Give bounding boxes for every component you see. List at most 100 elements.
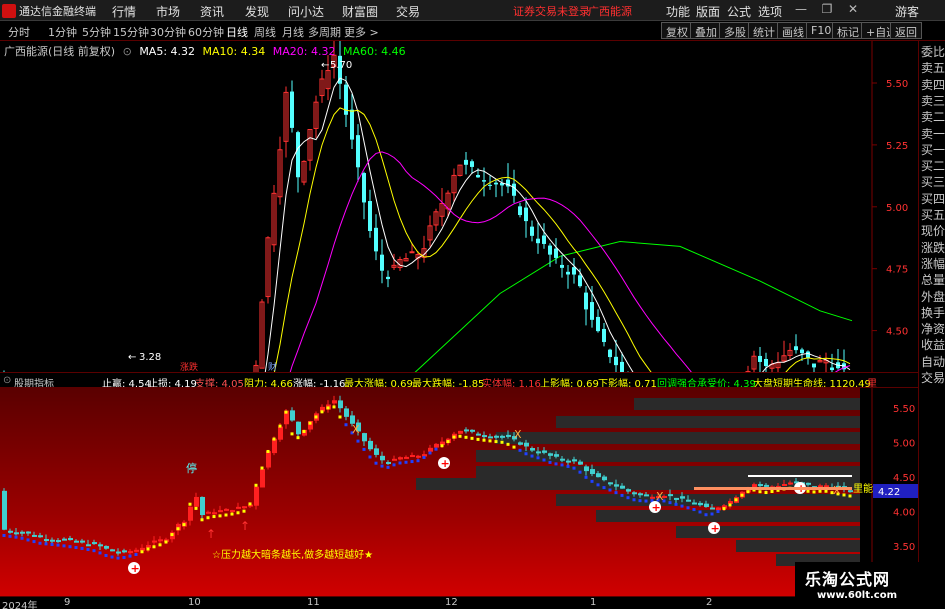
tab-monthly[interactable]: 月线 — [282, 24, 304, 40]
tab-timeshare[interactable]: 分时 — [8, 24, 30, 40]
side-label[interactable]: 委比 — [921, 45, 945, 60]
x-tick-dec: 12 — [445, 597, 458, 608]
ind-market-lifeline: 大盘短期生命线: 1120.49 — [753, 379, 871, 388]
side-label[interactable]: 涨跌 — [921, 241, 945, 256]
candle-body — [764, 358, 768, 367]
menu-item-ask[interactable]: 问小达 — [288, 3, 324, 20]
trend-dot — [326, 406, 330, 410]
close-icon[interactable]: ✕ — [844, 2, 862, 18]
menu-options[interactable]: 选项 — [758, 3, 782, 20]
trend-dot — [440, 444, 444, 448]
watermark-title: 乐淘公式网 — [805, 570, 891, 589]
side-label[interactable]: 买二 — [921, 159, 945, 174]
stock-tag[interactable]: 广西能源 — [588, 3, 632, 19]
trend-dot — [374, 461, 378, 465]
menu-item-quotes[interactable]: 行情 — [112, 3, 136, 20]
mark-button[interactable]: 标记 — [832, 22, 864, 39]
side-label[interactable]: 卖二 — [921, 110, 945, 125]
menu-formula[interactable]: 公式 — [727, 3, 751, 20]
sub-candle-body — [524, 442, 529, 447]
tab-30min[interactable]: 30分钟 — [150, 24, 186, 40]
limit-marker[interactable]: 涨跌 — [180, 362, 198, 372]
menu-item-news[interactable]: 资讯 — [200, 3, 224, 20]
indicator-name[interactable]: 股期指标 — [14, 375, 54, 387]
tab-weekly[interactable]: 周线 — [254, 24, 276, 40]
side-label[interactable]: 涨幅 — [921, 257, 945, 272]
trend-dot — [644, 499, 648, 503]
sub-candle-body — [644, 494, 649, 497]
minimize-icon[interactable]: — — [792, 2, 810, 18]
tab-60min[interactable]: 60分钟 — [188, 24, 224, 40]
trend-dot — [398, 461, 402, 465]
trend-dot — [560, 463, 564, 467]
kline-chart[interactable]: 5.505.255.004.754.504.254.003.753.50 5.7… — [0, 41, 918, 372]
side-label[interactable]: 现价 — [921, 224, 945, 239]
trend-dot — [584, 475, 588, 479]
candle-body — [584, 292, 588, 310]
side-label[interactable]: 外盘 — [921, 290, 945, 305]
multi-stock-button[interactable]: 多股 — [719, 22, 751, 39]
restore-icon[interactable]: ❐ — [818, 2, 836, 18]
draw-line-button[interactable]: 画线 — [777, 22, 809, 39]
ma20-value: MA20: 4.32 — [272, 45, 336, 58]
user-guest[interactable]: 游客 — [895, 3, 919, 20]
trend-dot — [476, 437, 480, 441]
trend-dot — [458, 434, 462, 438]
tab-1min[interactable]: 1分钟 — [48, 24, 77, 40]
back-button[interactable]: 返回 — [890, 22, 922, 39]
side-label[interactable]: 卖五 — [921, 61, 945, 76]
login-notice[interactable]: 证券交易未登录 — [513, 3, 590, 19]
overlay-button[interactable]: 叠加 — [690, 22, 722, 39]
sub-candle-body — [758, 484, 763, 487]
side-label[interactable]: 买四 — [921, 192, 945, 207]
side-label[interactable]: 卖一 — [921, 127, 945, 142]
trend-dot — [806, 489, 810, 493]
menu-layout[interactable]: 版面 — [696, 3, 720, 20]
menu-function[interactable]: 功能 — [666, 3, 690, 20]
indicator-chart[interactable]: 5.505.004.504.003.5014:5614:5614:5614:56… — [0, 388, 918, 596]
side-label[interactable]: 净资 — [921, 322, 945, 337]
menu-item-market[interactable]: 市场 — [156, 3, 180, 20]
tab-daily[interactable]: 日线 — [226, 24, 248, 40]
trend-dot — [26, 538, 30, 542]
side-label[interactable]: 收益 — [921, 338, 945, 353]
sub-candle-body — [638, 493, 643, 496]
side-label[interactable]: 自动 — [921, 355, 945, 370]
tab-5min[interactable]: 5分钟 — [82, 24, 111, 40]
candle-body — [812, 363, 816, 368]
menu-item-discover[interactable]: 发现 — [245, 3, 269, 20]
sub-candle-body — [614, 484, 619, 487]
ind-resistance: 阻力: 4.66 — [244, 379, 293, 388]
candle-body — [614, 356, 618, 366]
finance-marker[interactable]: 财 — [268, 361, 277, 372]
current-price-value: 4.22 — [878, 487, 900, 498]
side-label[interactable]: 卖三 — [921, 94, 945, 109]
side-label[interactable]: 买一 — [921, 143, 945, 158]
side-label[interactable]: 卖四 — [921, 78, 945, 93]
side-label[interactable]: 总量 — [921, 273, 945, 288]
stats-button[interactable]: 统计 — [748, 22, 780, 39]
price-volume-block — [476, 450, 860, 462]
sub-candle-body — [158, 539, 163, 542]
settings-icon[interactable]: ⊙ — [123, 45, 132, 58]
app-title: 通达信金融终端 — [2, 3, 96, 19]
side-label[interactable]: 换手 — [921, 306, 945, 321]
side-label[interactable]: 买三 — [921, 175, 945, 190]
side-label[interactable]: 买五 — [921, 208, 945, 223]
trend-dot — [2, 534, 6, 538]
side-label[interactable]: 交易 — [921, 371, 945, 386]
trend-dot — [266, 449, 270, 453]
menu-item-trade[interactable]: 交易 — [396, 3, 420, 20]
tab-multi-period[interactable]: 多周期 — [308, 24, 341, 40]
sub-candle-body — [416, 455, 421, 458]
adjust-button[interactable]: 复权 — [661, 22, 693, 39]
menu-item-wealth[interactable]: 财富圈 — [342, 3, 378, 20]
trend-dot — [386, 465, 390, 469]
ma20-line — [289, 151, 851, 372]
sub-candle-body — [110, 549, 115, 552]
tab-15min[interactable]: 15分钟 — [113, 24, 149, 40]
indicator-settings-icon[interactable]: ⊙ — [3, 375, 11, 386]
tab-more[interactable]: 更多 > — [344, 24, 379, 40]
trend-dot — [74, 546, 78, 550]
price-volume-block — [634, 398, 860, 410]
